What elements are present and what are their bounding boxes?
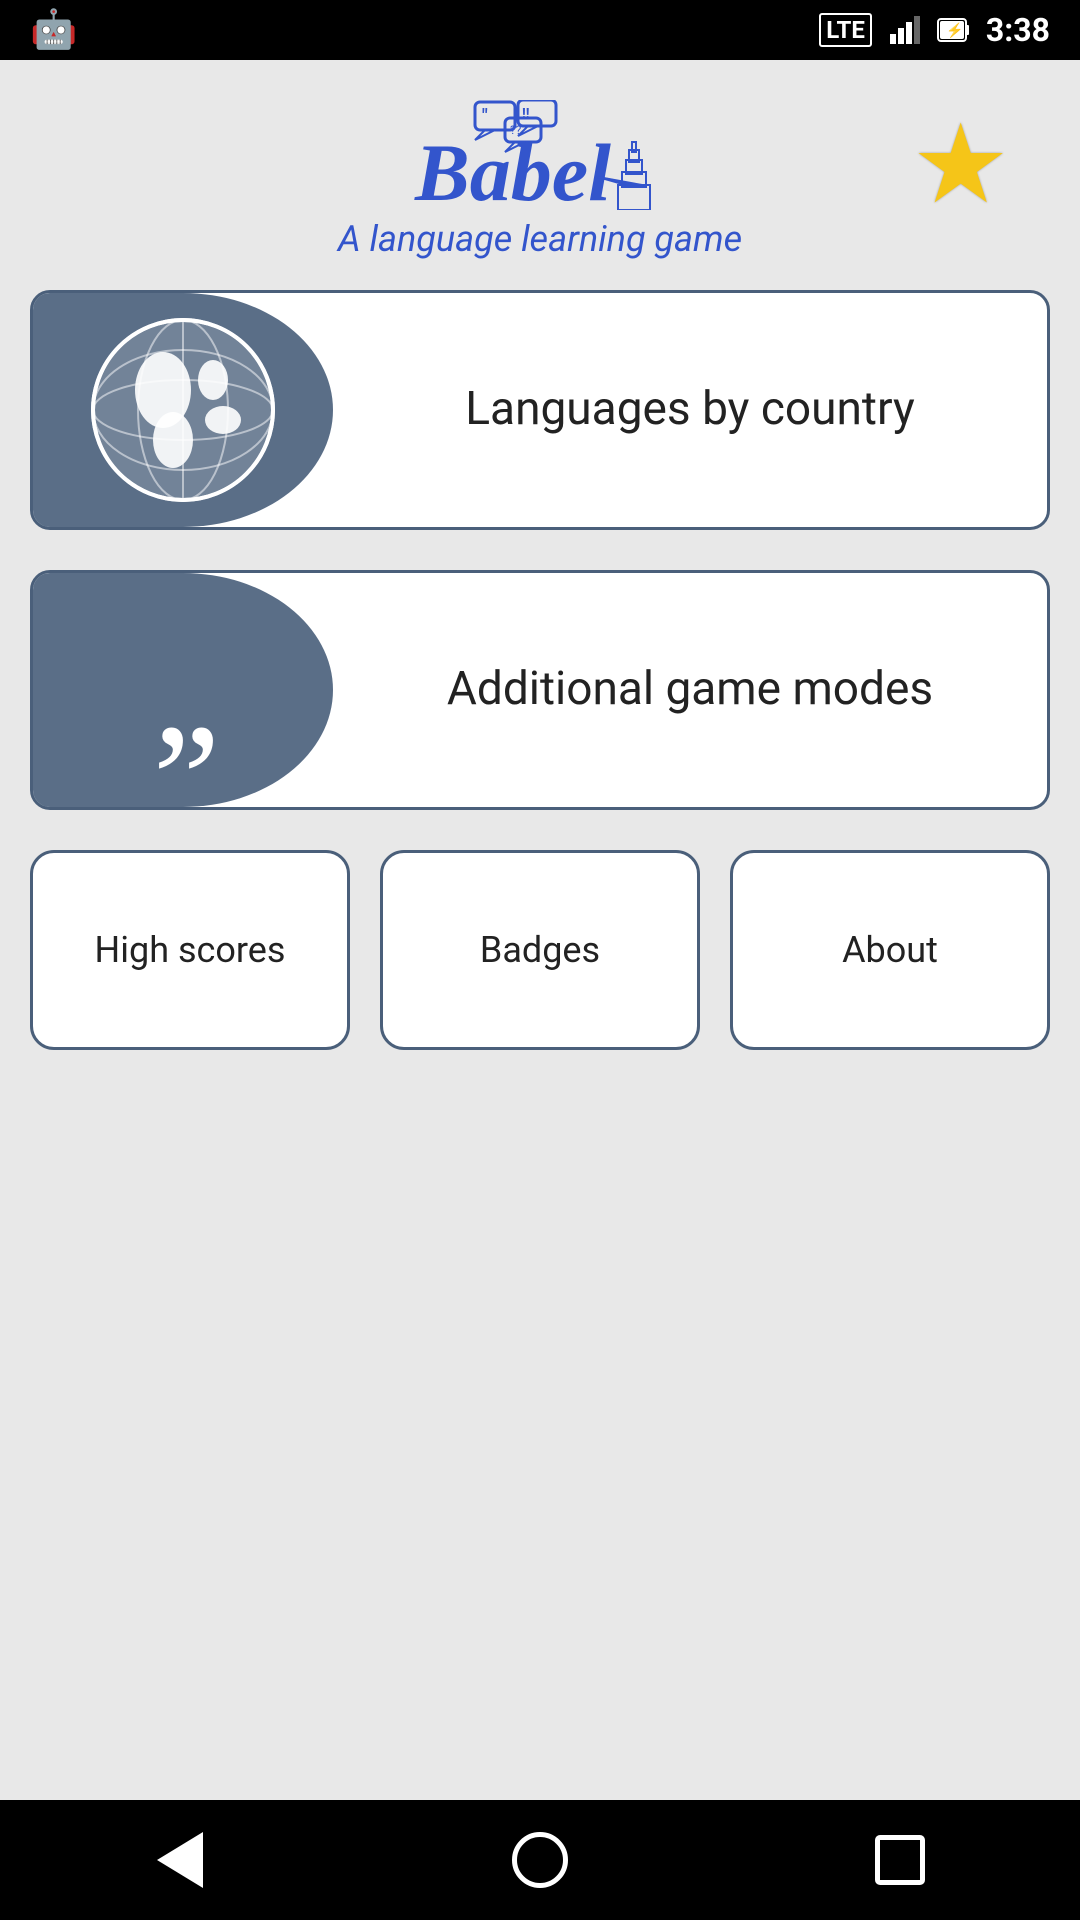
recent-icon bbox=[875, 1835, 925, 1885]
android-icon: 🤖 bbox=[30, 8, 77, 52]
signal-icon bbox=[888, 14, 920, 46]
badges-button[interactable]: Badges bbox=[380, 850, 700, 1050]
bottom-buttons-row: High scores Badges About bbox=[30, 850, 1050, 1050]
svg-text:!!: !! bbox=[522, 106, 530, 122]
high-scores-button[interactable]: High scores bbox=[30, 850, 350, 1050]
android-icon-area: 🤖 bbox=[30, 8, 77, 52]
back-button[interactable] bbox=[140, 1820, 220, 1900]
status-bar: 🤖 LTE ⚡ 3:38 bbox=[0, 0, 1080, 60]
back-icon bbox=[157, 1832, 203, 1888]
main-content: " !! ?? Babel bbox=[0, 60, 1080, 1800]
globe-icon-container bbox=[33, 293, 333, 527]
svg-text:": " bbox=[482, 106, 488, 127]
home-icon bbox=[512, 1832, 568, 1888]
additional-game-modes-label: Additional game modes bbox=[333, 573, 1047, 807]
app-header: " !! ?? Babel bbox=[30, 100, 1050, 260]
about-button[interactable]: About bbox=[730, 850, 1050, 1050]
quotes-icon: ,, bbox=[153, 626, 213, 754]
quotes-icon-container: ,, bbox=[33, 573, 333, 807]
additional-game-modes-button[interactable]: ,, Additional game modes bbox=[30, 570, 1050, 810]
battery-icon: ⚡ bbox=[936, 13, 970, 47]
recent-apps-button[interactable] bbox=[860, 1820, 940, 1900]
svg-text:⚡: ⚡ bbox=[946, 22, 963, 39]
babel-logo: " !! ?? Babel bbox=[410, 100, 670, 210]
globe-icon bbox=[83, 310, 283, 510]
app-tagline: A language learning game bbox=[338, 218, 742, 260]
languages-by-country-button[interactable]: Languages by country bbox=[30, 290, 1050, 530]
home-button[interactable] bbox=[500, 1820, 580, 1900]
svg-text:Babel: Babel bbox=[414, 127, 611, 210]
lte-indicator: LTE bbox=[819, 13, 872, 47]
star-icon[interactable]: ★ bbox=[911, 110, 1010, 220]
navigation-bar bbox=[0, 1800, 1080, 1920]
languages-by-country-label: Languages by country bbox=[333, 293, 1047, 527]
status-time: 3:38 bbox=[986, 11, 1050, 49]
logo-container: " !! ?? Babel bbox=[338, 100, 742, 260]
